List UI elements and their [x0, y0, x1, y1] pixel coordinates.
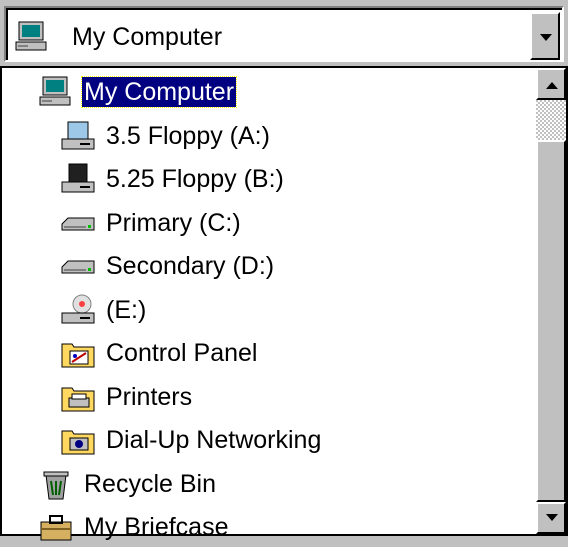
- scroll-down-arrow-icon: [546, 514, 558, 521]
- dialup-networking-folder-icon: [61, 430, 95, 455]
- my-computer-icon: [39, 76, 71, 106]
- tree-item-label: Primary (C:): [106, 208, 241, 237]
- tree-item-label: Recycle Bin: [84, 469, 216, 498]
- tree-item[interactable]: My Computer: [38, 72, 238, 112]
- floppy-525-icon: [61, 163, 95, 193]
- tree-item-label: Printers: [106, 382, 193, 411]
- printers-folder-icon: [61, 387, 95, 411]
- cd-drive-icon: [61, 294, 95, 323]
- recycle-bin-icon: [43, 471, 69, 499]
- tree-item-label: 3.5 Floppy (A:): [106, 121, 270, 150]
- briefcase-icon: [40, 515, 72, 541]
- scroll-down-button[interactable]: [536, 502, 566, 534]
- tree-item[interactable]: Secondary (D:): [60, 246, 276, 286]
- tree-item[interactable]: 5.25 Floppy (B:): [60, 159, 286, 199]
- chevron-down-icon: [540, 34, 552, 41]
- vertical-scrollbar[interactable]: [536, 68, 566, 534]
- my-computer-icon: [15, 21, 47, 51]
- tree-item[interactable]: My Briefcase: [38, 507, 230, 547]
- tree-item-label: Control Panel: [106, 339, 258, 367]
- floppy-35-icon: [61, 121, 95, 149]
- tree-item-label: My Computer: [80, 76, 238, 108]
- tree-item-label: My Briefcase: [84, 513, 229, 541]
- tree-item[interactable]: Dial-Up Networking: [60, 420, 323, 460]
- tree-item[interactable]: 3.5 Floppy (A:): [60, 116, 272, 156]
- tree-item-label: 5.25 Floppy (B:): [106, 165, 284, 193]
- scroll-thumb[interactable]: [536, 140, 566, 502]
- tree-item-label: Secondary (D:): [106, 252, 275, 280]
- scroll-track[interactable]: [536, 100, 566, 502]
- control-panel-folder-icon: [61, 343, 95, 368]
- tree-item[interactable]: Primary (C:): [60, 203, 243, 243]
- combo-field[interactable]: My Computer: [4, 6, 564, 62]
- scroll-up-button[interactable]: [536, 68, 566, 100]
- address-combo: My Computer: [0, 0, 568, 66]
- tree-item[interactable]: Printers: [60, 377, 194, 417]
- tree-item-label: Dial-Up Networking: [106, 426, 322, 454]
- tree-item[interactable]: Recycle Bin: [38, 464, 218, 504]
- tree-item-label: (E:): [106, 295, 147, 324]
- tree-item[interactable]: (E:): [60, 290, 148, 330]
- tree-item[interactable]: Control Panel: [60, 333, 259, 373]
- combo-value: My Computer: [72, 23, 223, 51]
- drive-tree-list: My Computer 3.5 Floppy (A:) 5.25 Floppy (B…: [0, 66, 568, 541]
- hard-drive-icon: [61, 217, 95, 230]
- scroll-up-arrow-icon: [546, 82, 558, 89]
- combo-dropdown-button[interactable]: [530, 12, 560, 60]
- hard-drive-icon: [61, 260, 95, 274]
